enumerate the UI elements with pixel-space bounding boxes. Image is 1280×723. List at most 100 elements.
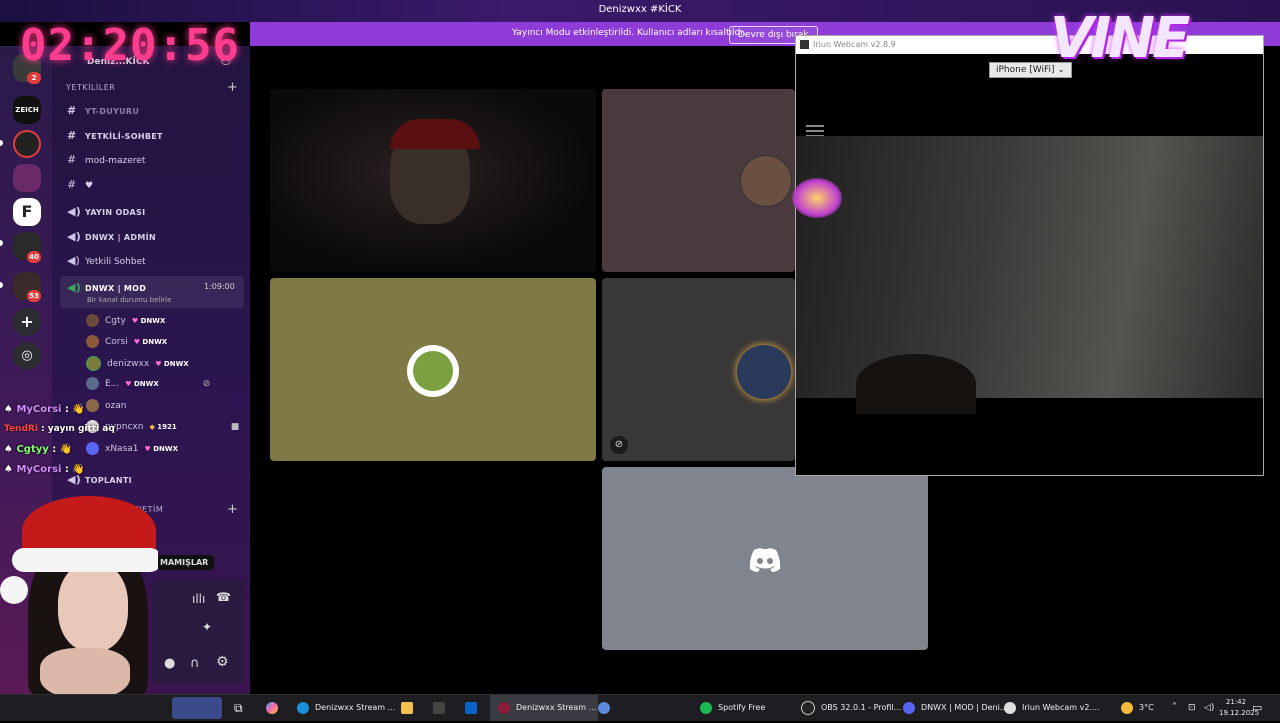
category-yetkililer[interactable]: YETKİLİLER — [66, 83, 115, 92]
network-icon[interactable]: ⊡ — [1188, 695, 1196, 721]
iriun-webcam-window[interactable]: Iriun Webcam v2.8.9 iPhone [WiFi] ⌄ — [792, 35, 1264, 476]
taskbar-item-obs[interactable]: OBS 32.0.1 - Profil... — [801, 695, 901, 721]
unread-indicator — [0, 240, 3, 246]
video-tile-user[interactable]: ⊘ — [602, 278, 795, 461]
taskbar-item-discord[interactable]: DNWX | MOD | Deni... — [903, 695, 1007, 721]
hash-icon: # — [67, 129, 77, 142]
channel-yetkili-sohbet[interactable]: # YETKİLİ-SOHBET — [67, 129, 163, 142]
speaker-icon: ◀) — [67, 205, 82, 218]
video-tile-user[interactable] — [602, 467, 928, 650]
unread-indicator — [0, 140, 3, 146]
avatar — [86, 356, 101, 371]
active-voice-channel[interactable]: ◀) DNWX | MOD 1:09:00 Bir kanal durumu be… — [60, 276, 244, 308]
copilot-icon[interactable] — [266, 695, 284, 721]
chat-badge-icon: ♠ — [4, 444, 17, 455]
tray-chevron-up-icon[interactable]: ˄ — [1172, 695, 1177, 721]
voice-member[interactable]: Corsi ♥ DNWX — [86, 335, 167, 348]
discover-icon[interactable]: ◎ — [13, 342, 41, 370]
avatar — [86, 314, 99, 327]
avatar — [86, 442, 99, 455]
voice-member[interactable]: xNasa1 ♥ DNWX — [86, 442, 178, 455]
activity-icon[interactable]: ✦ — [202, 620, 212, 634]
channel-yayin-odasi[interactable]: ◀) YAYIN ODASI — [67, 205, 145, 218]
settings-gear-icon[interactable]: ⚙ — [216, 654, 229, 670]
light-glow — [792, 178, 842, 218]
webcam-title-bar[interactable]: Iriun Webcam v2.8.9 — [796, 36, 1263, 54]
avatar — [86, 335, 99, 348]
chat-message: TendRi : yayın gitti aq — [4, 424, 115, 434]
task-view-icon[interactable]: ⧉ — [234, 695, 243, 721]
soundboard-icon[interactable]: ıllı — [192, 592, 205, 606]
disconnect-icon[interactable]: ☎ — [216, 590, 231, 604]
channel-heart[interactable]: # ♥ — [67, 178, 93, 191]
app-icon[interactable] — [598, 695, 616, 721]
server-icon-zeich[interactable]: ZEICH — [13, 96, 41, 124]
headphones-icon[interactable]: ∩ — [190, 656, 200, 671]
voice-member[interactable]: ozan — [86, 399, 126, 412]
hulk-avatar-image — [413, 351, 453, 391]
voice-member[interactable]: denizwxx ♥ DNWX — [86, 356, 189, 371]
video-tile-user[interactable] — [602, 89, 795, 272]
taskbar: ⧉ Denizwxx Stream ... Denizwxx Stream ..… — [0, 694, 1280, 721]
channel-yetkili-sohbet-voice[interactable]: ◀) Yetkili Sohbet — [67, 254, 146, 267]
discord-icon — [903, 701, 915, 714]
add-channel-icon[interactable]: + — [227, 80, 238, 95]
mic-icon[interactable]: ● — [164, 656, 175, 671]
hand-emote: 👋 — [59, 444, 73, 455]
chat-message: ♠ Cgtyy : 👋 — [4, 444, 73, 455]
hat-pompom — [0, 576, 28, 604]
video-tile-user[interactable] — [270, 278, 596, 461]
server-icon[interactable] — [13, 164, 41, 192]
server-icon[interactable] — [13, 130, 41, 158]
screen-share-off-icon: ⊘ — [610, 436, 628, 454]
add-server-icon[interactable]: + — [13, 308, 41, 336]
santa-hat — [390, 119, 480, 149]
head-silhouette — [856, 354, 976, 414]
tooltip: MAMIŞLAR — [154, 555, 215, 570]
chat-badge-icon: ♠ — [4, 464, 17, 475]
clock[interactable]: 21:42 19.12.2025 — [1203, 697, 1260, 723]
camera-icon: ■ — [230, 422, 240, 432]
vine-logo: VINE — [1050, 6, 1190, 71]
weather-widget[interactable]: 3°C — [1121, 695, 1154, 721]
voice-member[interactable]: Cgty ♥ DNWX — [86, 314, 165, 327]
speaker-icon: ◀) — [67, 254, 80, 267]
taskbar-thumbnail[interactable] — [172, 697, 222, 719]
hand-emote: 👋 — [72, 464, 85, 475]
outlook-icon[interactable] — [465, 695, 483, 721]
weather-cloud-icon — [1121, 701, 1133, 714]
obs-icon — [801, 700, 815, 715]
taskbar-time: 21:42 — [1225, 698, 1247, 706]
channel-yt-duyuru[interactable]: # YT-DUYURU — [67, 104, 139, 117]
store-icon[interactable] — [433, 695, 451, 721]
face — [58, 562, 128, 652]
avatar — [86, 377, 99, 390]
speaker-icon: ◀) — [67, 281, 82, 294]
channel-mod-mazeret[interactable]: # mod-mazeret — [67, 153, 145, 166]
speaker-icon: ◀) — [67, 230, 82, 243]
taskbar-item-browser-active[interactable]: Denizwxx Stream ... — [490, 695, 598, 721]
server-icon-f[interactable]: F — [13, 198, 41, 226]
notification-icon[interactable]: ▭ — [1252, 695, 1262, 721]
voice-panel: ıllı ☎ ✦ ● ∩ ⚙ — [152, 580, 244, 684]
taskbar-item-iriun[interactable]: Iriun Webcam v2.... — [1004, 695, 1100, 721]
taskbar-item-edge[interactable]: Denizwxx Stream ... — [297, 695, 395, 721]
muted-icon: ⊘ — [202, 379, 211, 389]
channel-dnwx-admin[interactable]: ◀) DNWX | ADMİN — [67, 230, 156, 243]
chat-badge-icon: ♠ — [4, 404, 17, 415]
channel-status[interactable]: Bir kanal durumu belirle — [87, 296, 171, 304]
taskbar-date: 19.12.2025 — [1219, 709, 1260, 717]
video-tile-webcam[interactable] — [270, 89, 596, 272]
file-explorer-icon[interactable] — [401, 695, 419, 721]
voice-member[interactable]: E... ♥ DNWX ⊘ — [86, 377, 210, 390]
taskbar-item-spotify[interactable]: Spotify Free — [700, 695, 765, 721]
chat-message: ♠ MyCorsi : 👋 — [4, 464, 85, 475]
server-badge: 53 — [27, 290, 41, 302]
add-channel-icon[interactable]: + — [227, 502, 238, 517]
hat-brim — [12, 548, 158, 572]
edge-icon — [297, 701, 309, 714]
banner-text: Yayıncı Modu etkinleştirildi. Kullanıcı … — [512, 28, 746, 38]
browser-icon — [498, 701, 510, 714]
iriun-icon — [1004, 701, 1016, 714]
app-icon — [800, 40, 809, 49]
